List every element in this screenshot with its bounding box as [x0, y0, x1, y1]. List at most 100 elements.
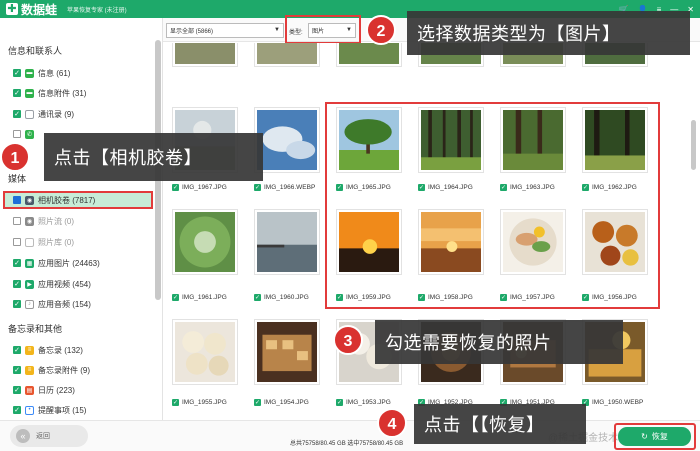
photo-caption[interactable]: ✓ IMG_1967.JPG [172, 184, 227, 191]
photo-caption[interactable]: ✓ IMG_1950.WEBP [582, 399, 643, 406]
sidebar-item-label: 应用音频 (154) [38, 299, 91, 309]
chevron-down-icon: ▼ [274, 27, 280, 33]
sidebar-item-label: 应用图片 (24463) [38, 258, 100, 268]
selection-status: 总共75758/80.45 GB 选中75758/80.45 GB [290, 441, 404, 447]
checkbox[interactable]: ✓ [13, 366, 21, 374]
checkbox[interactable]: ✓ [172, 399, 179, 406]
sidebar-item-calendar[interactable]: ✓ ▤ 日历 (223) [13, 382, 153, 398]
sidebar-item-note-attachments[interactable]: ✓ ≡ 备忘录附件 (9) [13, 362, 153, 378]
checkbox[interactable]: ✓ [13, 386, 21, 394]
checkbox[interactable] [13, 130, 21, 138]
photo-caption[interactable]: ✓ IMG_1953.JPG [336, 399, 391, 406]
sidebar-item-app-photos[interactable]: ✓ ▦ 应用图片 (24463) [13, 255, 153, 271]
photo-thumbnail[interactable] [254, 319, 320, 385]
callout-step-1: 点击【相机胶卷】 [44, 133, 263, 181]
photo-thumbnail[interactable] [254, 43, 320, 67]
main-scrollbar[interactable] [691, 120, 696, 170]
contacts-icon [25, 109, 34, 119]
photo-caption[interactable]: ✓ IMG_1966.WEBP [254, 184, 315, 191]
sidebar-item-label: 信息附件 (31) [38, 88, 87, 98]
checkbox[interactable]: ✓ [13, 89, 21, 97]
sidebar-item-reminders[interactable]: ✓ • 提醒事项 (15) [13, 402, 153, 418]
photo-filename: IMG_1961.JPG [182, 294, 227, 301]
photo-filename: IMG_1950.WEBP [592, 399, 644, 406]
photo-filename: IMG_1955.JPG [182, 399, 227, 406]
sidebar-item-label: 应用视频 (454) [38, 279, 91, 289]
reminders-icon: • [25, 405, 34, 415]
checkbox[interactable] [13, 238, 21, 246]
photo-filename: IMG_1954.JPG [264, 399, 309, 406]
photo-stream-icon: ◉ [25, 216, 34, 226]
category-sidebar: 信息和联系人 ✓ ▬ 信息 (61) ✓ ▬ 信息附件 (31) ✓ 通讯录 (… [0, 18, 163, 420]
sidebar-item-camera-roll[interactable]: ◉ 相机胶卷 (7817) [3, 191, 153, 209]
sidebar-item-contacts[interactable]: ✓ 通讯录 (9) [13, 106, 153, 122]
callout-text: 选择数据类型为【图片】 [417, 24, 621, 44]
type-highlight-frame [285, 15, 361, 44]
checkbox[interactable]: ✓ [13, 346, 21, 354]
checkbox[interactable]: ✓ [13, 69, 21, 77]
photo-thumbnail[interactable] [336, 43, 402, 67]
callout-text: 勾选需要恢复的照片 [385, 333, 552, 353]
back-arrow-icon: « [16, 429, 30, 443]
checkbox[interactable]: ✓ [254, 294, 261, 301]
checkbox[interactable] [13, 196, 21, 204]
photo-caption[interactable]: ✓ IMG_1954.JPG [254, 399, 309, 406]
app-videos-icon: ▶ [25, 279, 34, 289]
checkbox[interactable]: ✓ [172, 184, 179, 191]
sidebar-item-message-attachments[interactable]: ✓ ▬ 信息附件 (31) [13, 85, 153, 101]
step-badge-2: 2 [366, 15, 396, 45]
callout-step-3: 勾选需要恢复的照片 [375, 320, 623, 364]
sidebar-item-label: 日历 (223) [38, 385, 75, 395]
sidebar-item-photo-library[interactable]: 照片库 (0) [13, 234, 153, 250]
bottom-bar: « 返回 总共75758/80.45 GB 选中75758/80.45 GB @… [0, 420, 700, 451]
checkbox[interactable]: ✓ [254, 184, 261, 191]
recover-button[interactable]: ↻ 恢复 [618, 427, 691, 446]
checkbox[interactable]: ✓ [13, 406, 21, 414]
note-attachment-icon: ≡ [25, 365, 34, 375]
sidebar-item-label: 相机胶卷 (7817) [38, 195, 96, 205]
sidebar-item-app-audio[interactable]: ✓ ♪ 应用音频 (154) [13, 296, 153, 312]
photo-thumbnail[interactable] [172, 319, 238, 385]
back-button[interactable]: « 返回 [10, 425, 88, 447]
sidebar-item-label: 通讯录 (9) [38, 109, 74, 119]
photo-caption[interactable]: ✓ IMG_1960.JPG [254, 294, 309, 301]
photo-thumbnail[interactable] [254, 209, 320, 275]
photo-selection-frame [325, 102, 660, 309]
group-info-contacts: 信息和联系人 [8, 46, 63, 56]
checkbox[interactable]: ✓ [254, 399, 261, 406]
checkbox[interactable]: ✓ [13, 280, 21, 288]
photo-caption[interactable]: ✓ IMG_1961.JPG [172, 294, 227, 301]
callout-step-2: 选择数据类型为【图片】 [407, 11, 690, 55]
checkbox[interactable]: ✓ [13, 300, 21, 308]
sidebar-item-photo-stream[interactable]: ◉ 照片流 (0) [13, 213, 153, 229]
photo-thumbnail[interactable] [254, 107, 320, 173]
sidebar-item-messages[interactable]: ✓ ▬ 信息 (61) [13, 65, 153, 81]
checkbox[interactable] [13, 217, 21, 225]
app-window: ✚ 数据蛙 苹果恢复专家 (未注册) 🛒 👤 ≡ — ✕ 信息和联系人 ✓ ▬ … [0, 0, 700, 451]
photo-filename: IMG_1967.JPG [182, 184, 227, 191]
checkbox[interactable]: ✓ [172, 294, 179, 301]
group-media: 媒体 [8, 174, 27, 184]
photo-library-icon [25, 237, 34, 247]
checkbox[interactable]: ✓ [336, 399, 343, 406]
filter-select[interactable]: 显示全部 (5866) ▼ [166, 23, 284, 38]
recover-label: 恢复 [651, 432, 668, 441]
photo-thumbnail[interactable] [172, 43, 238, 67]
photo-filename: IMG_1966.WEBP [264, 184, 316, 191]
recover-icon: ↻ [641, 432, 648, 441]
app-logo-icon: ✚ [6, 3, 18, 15]
sidebar-item-label: 备忘录 (132) [38, 345, 83, 355]
photo-filename: IMG_1960.JPG [264, 294, 309, 301]
back-label: 返回 [36, 433, 50, 440]
checkbox[interactable]: ✓ [13, 110, 21, 118]
checkbox[interactable]: ✓ [13, 259, 21, 267]
callout-text: 点击【相机胶卷】 [54, 148, 202, 168]
sidebar-item-label: 提醒事项 (15) [38, 405, 87, 415]
audio-icon: ♪ [25, 299, 34, 309]
sidebar-item-notes[interactable]: ✓ ≡ 备忘录 (132) [13, 342, 153, 358]
phone-icon: ✆ [25, 129, 34, 139]
sidebar-item-app-videos[interactable]: ✓ ▶ 应用视频 (454) [13, 276, 153, 292]
photo-caption[interactable]: ✓ IMG_1955.JPG [172, 399, 227, 406]
calendar-icon: ▤ [25, 385, 34, 395]
photo-thumbnail[interactable] [172, 209, 238, 275]
